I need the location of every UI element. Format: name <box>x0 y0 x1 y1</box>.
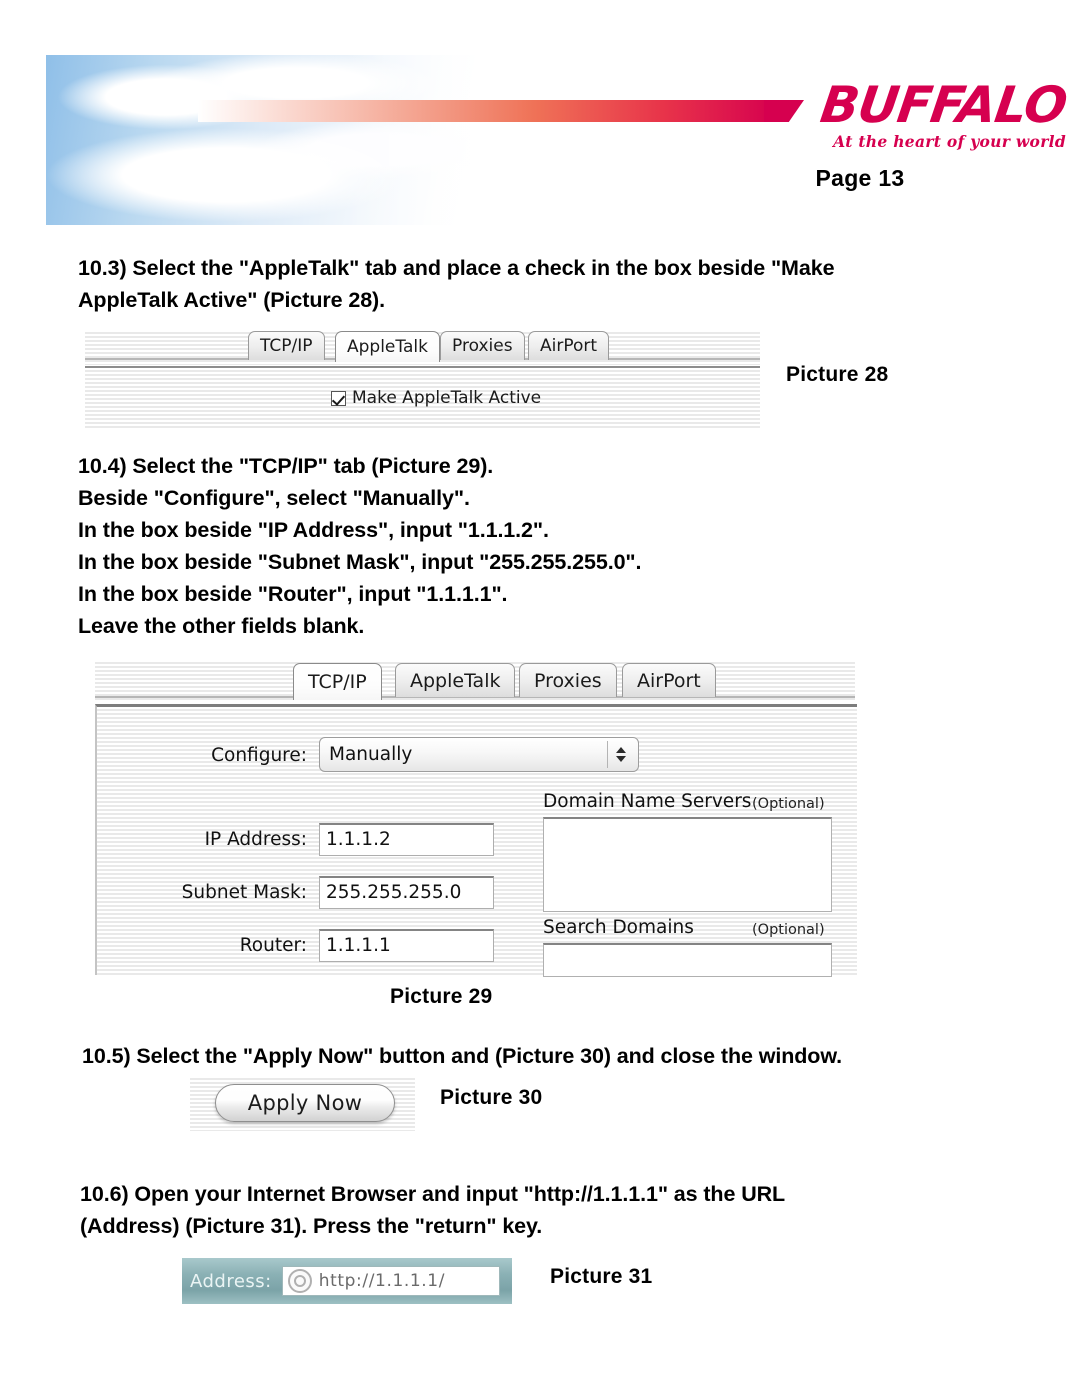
address-url-value: http://1.1.1.1/ <box>318 1271 446 1291</box>
pic29-panel-body: Configure: Manually Domain Name Servers … <box>95 704 857 977</box>
step-10-4-text: 10.4) Select the "TCP/IP" tab (Picture 2… <box>78 454 642 638</box>
make-appletalk-active-label: Make AppleTalk Active <box>352 388 542 408</box>
domain-name-servers-title: Domain Name Servers <box>543 791 752 812</box>
picture-28-appletalk-panel: TCP/IP AppleTalk Proxies AirPort Make Ap… <box>85 330 760 430</box>
pic29-tab-strip: TCP/IP AppleTalk Proxies AirPort <box>95 660 855 702</box>
arrow-down-icon <box>616 756 626 762</box>
page-number-label: Page 13 <box>815 165 905 191</box>
domain-name-servers-textarea[interactable] <box>543 817 832 912</box>
caption-picture-30: Picture 30 <box>440 1086 543 1109</box>
pic28-tab-strip: TCP/IP AppleTalk Proxies AirPort <box>85 330 760 365</box>
pic28-tab-appletalk[interactable]: AppleTalk <box>335 331 440 362</box>
red-gradient-bar <box>198 100 778 122</box>
caption-picture-29: Picture 29 <box>390 985 493 1008</box>
subnet-mask-input[interactable]: 255.255.255.0 <box>319 876 494 909</box>
router-label: Router: <box>239 935 307 956</box>
arrow-up-icon <box>616 747 626 753</box>
apply-now-button[interactable]: Apply Now <box>215 1084 395 1122</box>
pic28-tab-tcpip[interactable]: TCP/IP <box>248 331 325 360</box>
make-appletalk-active-row[interactable]: Make AppleTalk Active <box>331 388 541 408</box>
caption-picture-31: Picture 31 <box>550 1265 653 1288</box>
pic28-tab-proxies[interactable]: Proxies <box>440 331 525 360</box>
picture-29-tcpip-panel: TCP/IP AppleTalk Proxies AirPort Configu… <box>95 660 857 977</box>
search-domains-textarea[interactable] <box>543 943 832 977</box>
caption-picture-28: Picture 28 <box>786 363 889 386</box>
address-input[interactable]: http://1.1.1.1/ <box>281 1266 500 1296</box>
picture-30-apply-now: Apply Now <box>190 1076 415 1131</box>
subnet-mask-label: Subnet Mask: <box>181 882 307 903</box>
ip-address-label: IP Address: <box>204 829 307 850</box>
pic28-panel-body: Make AppleTalk Active <box>85 366 760 430</box>
address-label: Address: <box>190 1270 272 1292</box>
search-domains-title: Search Domains <box>543 917 694 938</box>
domain-name-servers-optional-label: (Optional) <box>752 796 825 812</box>
buffalo-logo-wordmark: BUFFALO <box>817 76 1071 134</box>
configure-dropdown[interactable]: Manually <box>319 737 639 772</box>
picture-31-address-bar: Address: http://1.1.1.1/ <box>182 1258 512 1304</box>
router-input[interactable]: 1.1.1.1 <box>319 929 494 962</box>
page-header-banner: BUFFALO At the heart of your world <box>46 55 1070 225</box>
pic29-tab-appletalk[interactable]: AppleTalk <box>395 663 516 697</box>
configure-label: Configure: <box>211 745 307 766</box>
chevron-updown-icon[interactable] <box>607 741 634 768</box>
at-sign-icon <box>287 1269 312 1293</box>
configure-dropdown-value: Manually <box>329 744 413 765</box>
pic29-tab-tcpip[interactable]: TCP/IP <box>293 663 382 700</box>
search-domains-optional-label: (Optional) <box>752 922 825 938</box>
pic29-tab-proxies[interactable]: Proxies <box>519 663 617 697</box>
buffalo-logo-tagline: At the heart of your world <box>833 132 1066 151</box>
ip-address-input[interactable]: 1.1.1.2 <box>319 823 494 856</box>
buffalo-logo: BUFFALO At the heart of your world <box>776 76 1070 151</box>
sky-fade-overlay <box>346 55 546 225</box>
checkbox-icon[interactable] <box>331 390 346 406</box>
pic28-tab-airport[interactable]: AirPort <box>528 331 610 360</box>
pic29-tab-airport[interactable]: AirPort <box>622 663 716 697</box>
step-10-6-text: 10.6) Open your Internet Browser and inp… <box>80 1182 786 1238</box>
step-10-3-text: 10.3) Select the "AppleTalk" tab and pla… <box>78 256 835 312</box>
step-10-5-text: 10.5) Select the "Apply Now" button and … <box>82 1044 843 1068</box>
